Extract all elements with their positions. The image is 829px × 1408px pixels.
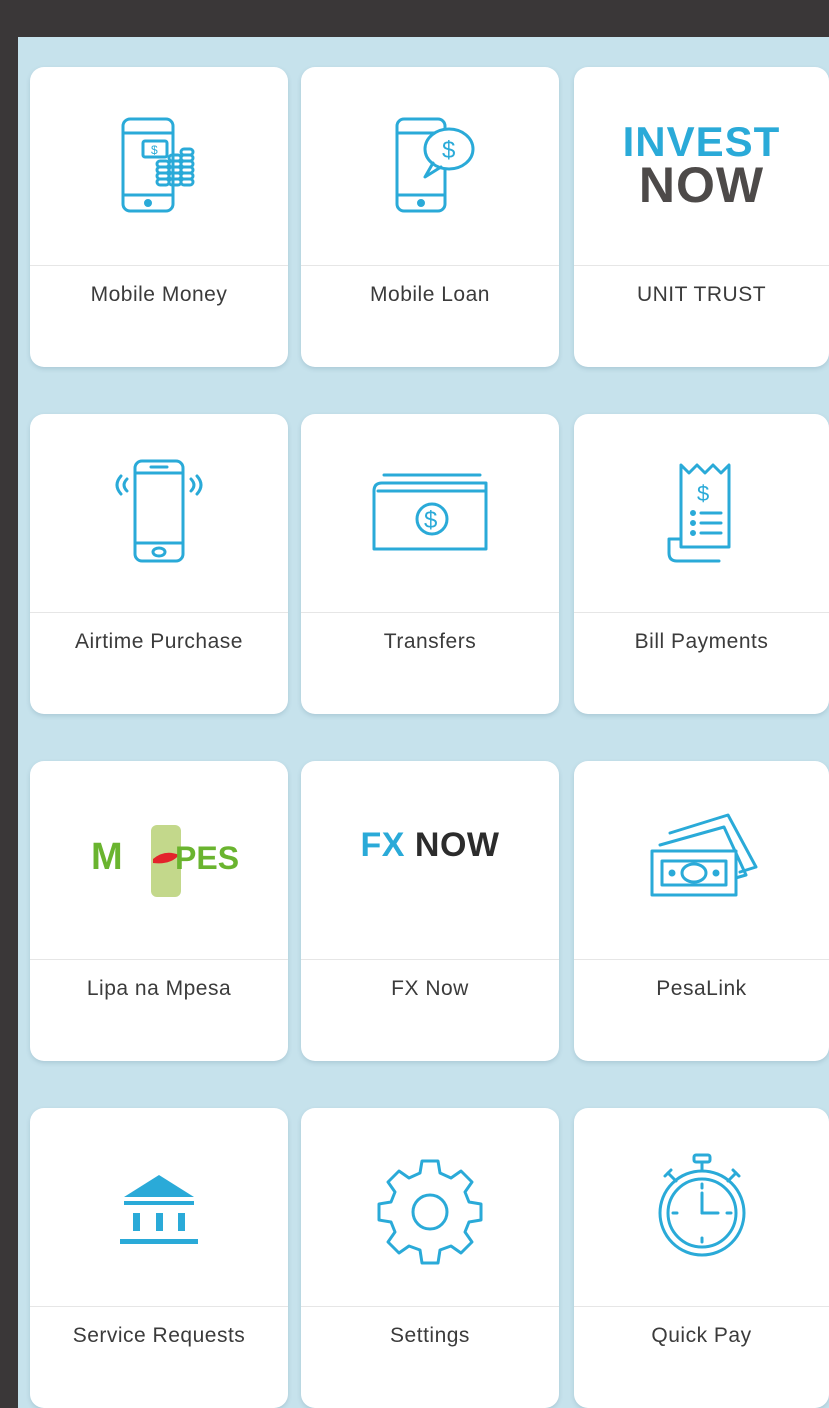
tile-label: Quick Pay bbox=[651, 1324, 752, 1347]
svg-text:$: $ bbox=[442, 137, 455, 164]
invest-now-logo: INVEST NOW bbox=[622, 118, 781, 214]
phone-dollar-bubble-icon: $ bbox=[395, 117, 475, 213]
tile-lipa-na-mpesa[interactable]: M PESA Lipa na Mpesa bbox=[30, 761, 288, 1061]
bank-building-icon bbox=[120, 1175, 198, 1244]
tile-label: Transfers bbox=[383, 630, 477, 653]
phone-ringing-icon bbox=[115, 459, 203, 563]
tile-settings[interactable]: Settings bbox=[301, 1108, 559, 1408]
tile-label: UNIT TRUST bbox=[636, 283, 767, 306]
svg-text:$: $ bbox=[151, 143, 158, 157]
svg-text:$: $ bbox=[424, 507, 437, 534]
tile-mobile-money[interactable]: $ Mobile Money bbox=[30, 67, 288, 367]
tile-label: Lipa na Mpesa bbox=[86, 977, 232, 1000]
tile-transfers[interactable]: $ Transfers bbox=[301, 414, 559, 714]
tile-label: Bill Payments bbox=[634, 630, 769, 653]
wallet-dollar-icon: $ bbox=[372, 473, 488, 551]
tile-label: Mobile Money bbox=[90, 283, 228, 306]
tile-service-requests[interactable]: Service Requests bbox=[30, 1108, 288, 1408]
tile-label: Settings bbox=[390, 1324, 470, 1347]
tile-label: PesaLink bbox=[656, 977, 747, 1000]
tile-quick-pay[interactable]: Quick Pay bbox=[574, 1108, 829, 1408]
fx-now-logo: FX NOW bbox=[360, 825, 500, 864]
mpesa-logo: M PESA bbox=[91, 825, 239, 897]
tile-unit-trust[interactable]: INVEST NOW UNIT TRUST bbox=[574, 67, 829, 367]
svg-text:$: $ bbox=[697, 481, 709, 506]
tile-label: Mobile Loan bbox=[370, 283, 490, 306]
tile-label: Airtime Purchase bbox=[75, 630, 243, 653]
tile-label: Service Requests bbox=[72, 1324, 246, 1347]
tile-fx-now[interactable]: FX NOW FX Now bbox=[301, 761, 559, 1061]
tile-airtime-purchase[interactable]: Airtime Purchase bbox=[30, 414, 288, 714]
gear-icon bbox=[377, 1159, 483, 1265]
receipt-icon: $ bbox=[667, 463, 730, 563]
tile-label: FX Now bbox=[391, 977, 469, 1000]
tile-pesalink[interactable]: PesaLink bbox=[574, 761, 829, 1061]
svg-text:M: M bbox=[91, 836, 123, 878]
menu-panel: $ Mobile Money $ Mobile Loan INVEST NOW … bbox=[18, 37, 829, 1408]
stopwatch-icon bbox=[658, 1153, 745, 1257]
banknotes-icon bbox=[650, 813, 757, 897]
tile-mobile-loan[interactable]: $ Mobile Loan bbox=[301, 67, 559, 367]
svg-text:PESA: PESA bbox=[175, 840, 239, 876]
phone-coins-icon: $ bbox=[121, 117, 195, 213]
tile-bill-payments[interactable]: $ Bill Payments bbox=[574, 414, 829, 714]
